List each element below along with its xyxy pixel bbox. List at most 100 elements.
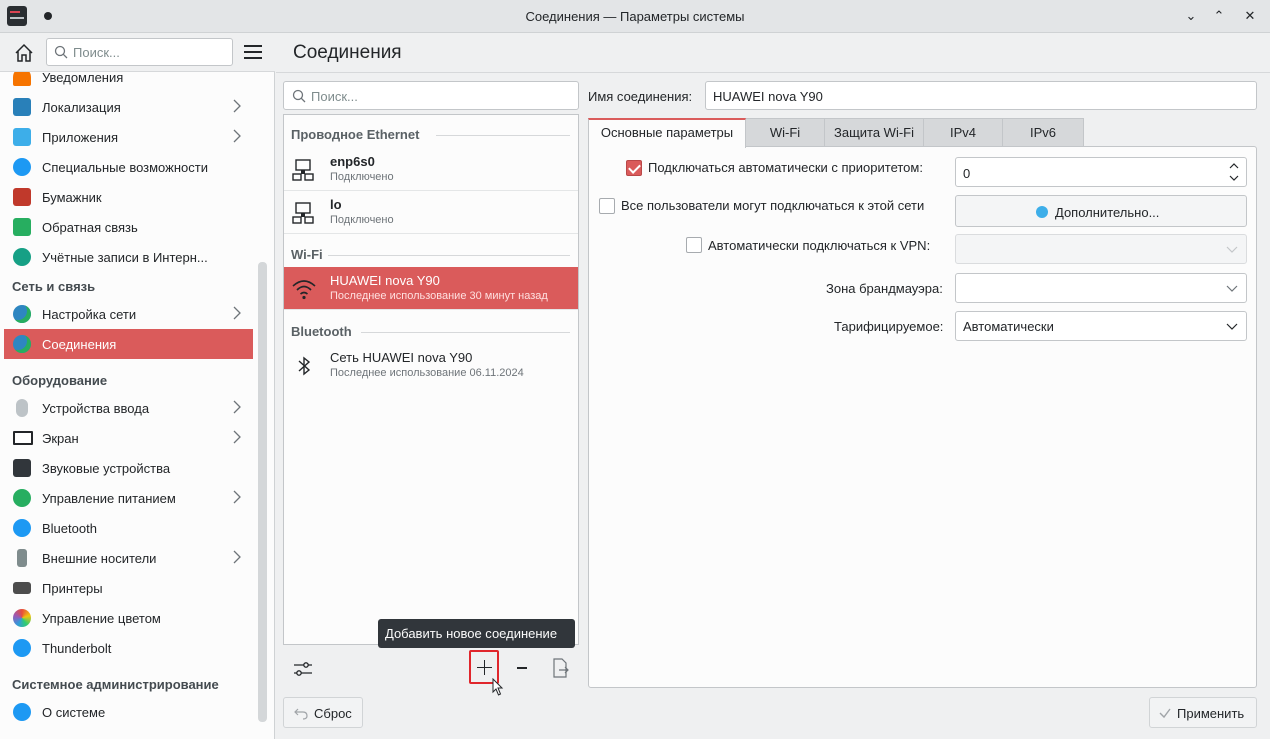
apply-button[interactable]: Применить [1149, 697, 1257, 728]
header-divider [276, 72, 1270, 73]
feedback-icon [13, 218, 31, 236]
priority-spinbox[interactable]: 0 [955, 157, 1247, 187]
firewall-zone-select[interactable] [955, 273, 1247, 303]
reset-label: Сброс [314, 706, 352, 721]
sidebar-item-color-management[interactable]: Управление цветом [4, 603, 253, 633]
search-icon [292, 89, 306, 103]
tab-ipv6[interactable]: IPv6 [1002, 118, 1084, 146]
chevron-right-icon [233, 129, 241, 143]
minimize-button[interactable]: ⌄ [1181, 6, 1201, 26]
sidebar-search-input[interactable]: Поиск... [46, 38, 233, 66]
sidebar-item-removable-storage[interactable]: Внешние носители [4, 543, 253, 573]
connection-item-huawei-wifi[interactable]: HUAWEI nova Y90 Последнее использование … [284, 267, 578, 310]
sidebar-item-display[interactable]: Экран [4, 423, 253, 453]
maximize-button[interactable]: ⌃ [1209, 6, 1229, 26]
search-icon [54, 45, 68, 59]
wifi-icon [292, 280, 316, 300]
tab-wifi-security[interactable]: Защита Wi-Fi [824, 118, 924, 146]
home-icon[interactable] [13, 42, 35, 64]
mouse-cursor-icon [492, 678, 504, 696]
sidebar-item-label: Обратная связь [42, 220, 138, 235]
window-title: Соединения — Параметры системы [525, 9, 745, 24]
bell-icon [13, 72, 31, 86]
connections-search-input[interactable]: Поиск... [283, 81, 579, 110]
priority-value: 0 [963, 166, 971, 181]
sidebar-item-thunderbolt[interactable]: Thunderbolt [4, 633, 253, 663]
connection-status: Подключено [330, 214, 394, 226]
sidebar-item-label: О системе [42, 705, 106, 720]
sidebar-item-localization[interactable]: Локализация [4, 92, 253, 122]
sidebar-item-applications[interactable]: Приложения [4, 122, 253, 152]
sidebar-item-online-accounts[interactable]: Учётные записи в Интерн... [4, 242, 253, 272]
info-icon [13, 703, 31, 721]
sidebar-item-printers[interactable]: Принтеры [4, 573, 253, 603]
configure-icon[interactable] [291, 657, 315, 681]
reset-button[interactable]: Сброс [283, 697, 363, 728]
sidebar-item-about[interactable]: О системе [4, 697, 253, 727]
advanced-button[interactable]: Дополнительно... [955, 195, 1247, 227]
connection-name-label: Имя соединения: [588, 89, 693, 104]
add-connection-tooltip: Добавить новое соединение [378, 619, 575, 648]
chevron-down-icon[interactable] [1229, 173, 1239, 183]
metered-select[interactable]: Автоматически [955, 311, 1247, 341]
chevron-right-icon [233, 550, 241, 564]
sidebar-item-connections[interactable]: Соединения [4, 329, 253, 359]
auto-connect-checkbox[interactable] [626, 160, 642, 176]
hamburger-menu-icon[interactable] [244, 45, 262, 59]
connection-item-enp6s0[interactable]: enp6s0 Подключено [284, 148, 578, 191]
section-admin: Системное администрирование [12, 677, 219, 692]
connection-name: lo [330, 197, 342, 212]
sidebar-item-label: Уведомления [42, 72, 124, 85]
connection-name-input[interactable]: HUAWEI nova Y90 [705, 81, 1257, 110]
connection-status: Последнее использование 30 минут назад [330, 290, 548, 302]
connections-list: Проводное Ethernet enp6s0 Подключено lo … [283, 114, 579, 645]
flag-icon [13, 98, 31, 116]
sidebar-item-input-devices[interactable]: Устройства ввода [4, 393, 253, 423]
sidebar-item-label: Специальные возможности [42, 160, 208, 175]
connections-search-placeholder: Поиск... [311, 89, 358, 104]
sidebar-item-label: Управление цветом [42, 611, 161, 626]
sidebar-item-label: Thunderbolt [42, 641, 112, 656]
section-wifi: Wi-Fi [291, 247, 323, 262]
all-users-checkbox[interactable] [599, 198, 615, 214]
vpn-autoconnect-label: Автоматически подключаться к VPN: [708, 238, 931, 253]
sidebar-item-network-settings[interactable]: Настройка сети [4, 299, 253, 329]
sidebar-item-notifications[interactable]: Уведомления [4, 72, 253, 92]
auto-connect-label: Подключаться автоматически с приоритетом… [648, 160, 923, 175]
sidebar-list: Уведомления Локализация Приложения Специ… [0, 72, 256, 739]
connection-item-lo[interactable]: lo Подключено [284, 191, 578, 234]
sidebar-item-label: Бумажник [42, 190, 102, 205]
tab-general[interactable]: Основные параметры [588, 118, 746, 148]
monitor-icon [13, 431, 33, 445]
connection-status: Подключено [330, 171, 394, 183]
sidebar-item-wallet[interactable]: Бумажник [4, 182, 253, 212]
chevron-up-icon[interactable] [1229, 161, 1239, 171]
chevron-right-icon [233, 306, 241, 320]
close-button[interactable]: ✕ [1240, 6, 1260, 26]
connection-name-value: HUAWEI nova Y90 [713, 89, 823, 104]
sidebar-item-label: Bluetooth [42, 521, 97, 536]
chevron-down-icon [1226, 323, 1238, 330]
checkmark-icon [1159, 708, 1171, 719]
usb-icon [17, 549, 27, 567]
sidebar-item-accessibility[interactable]: Специальные возможности [4, 152, 253, 182]
export-connection-icon[interactable] [548, 656, 572, 680]
sidebar-item-audio[interactable]: Звуковые устройства [4, 453, 253, 483]
tab-ipv4[interactable]: IPv4 [923, 118, 1003, 146]
sidebar-item-label: Принтеры [42, 581, 103, 596]
online-accounts-icon [13, 248, 31, 266]
section-hardware: Оборудование [12, 373, 108, 388]
connection-item-bluetooth[interactable]: Сеть HUAWEI nova Y90 Последнее использов… [284, 344, 578, 387]
connection-status: Последнее использование 06.11.2024 [330, 367, 524, 379]
sidebar-item-bluetooth[interactable]: Bluetooth [4, 513, 253, 543]
sidebar-scrollbar[interactable] [258, 262, 267, 722]
sidebar-item-power[interactable]: Управление питанием [4, 483, 253, 513]
tab-wifi[interactable]: Wi-Fi [745, 118, 825, 146]
vpn-autoconnect-checkbox[interactable] [686, 237, 702, 253]
vpn-select[interactable] [955, 234, 1247, 264]
speaker-icon [13, 459, 31, 477]
remove-connection-button[interactable] [510, 656, 534, 680]
sidebar-search-placeholder: Поиск... [73, 45, 120, 60]
section-network: Сеть и связь [12, 279, 96, 294]
sidebar-item-feedback[interactable]: Обратная связь [4, 212, 253, 242]
